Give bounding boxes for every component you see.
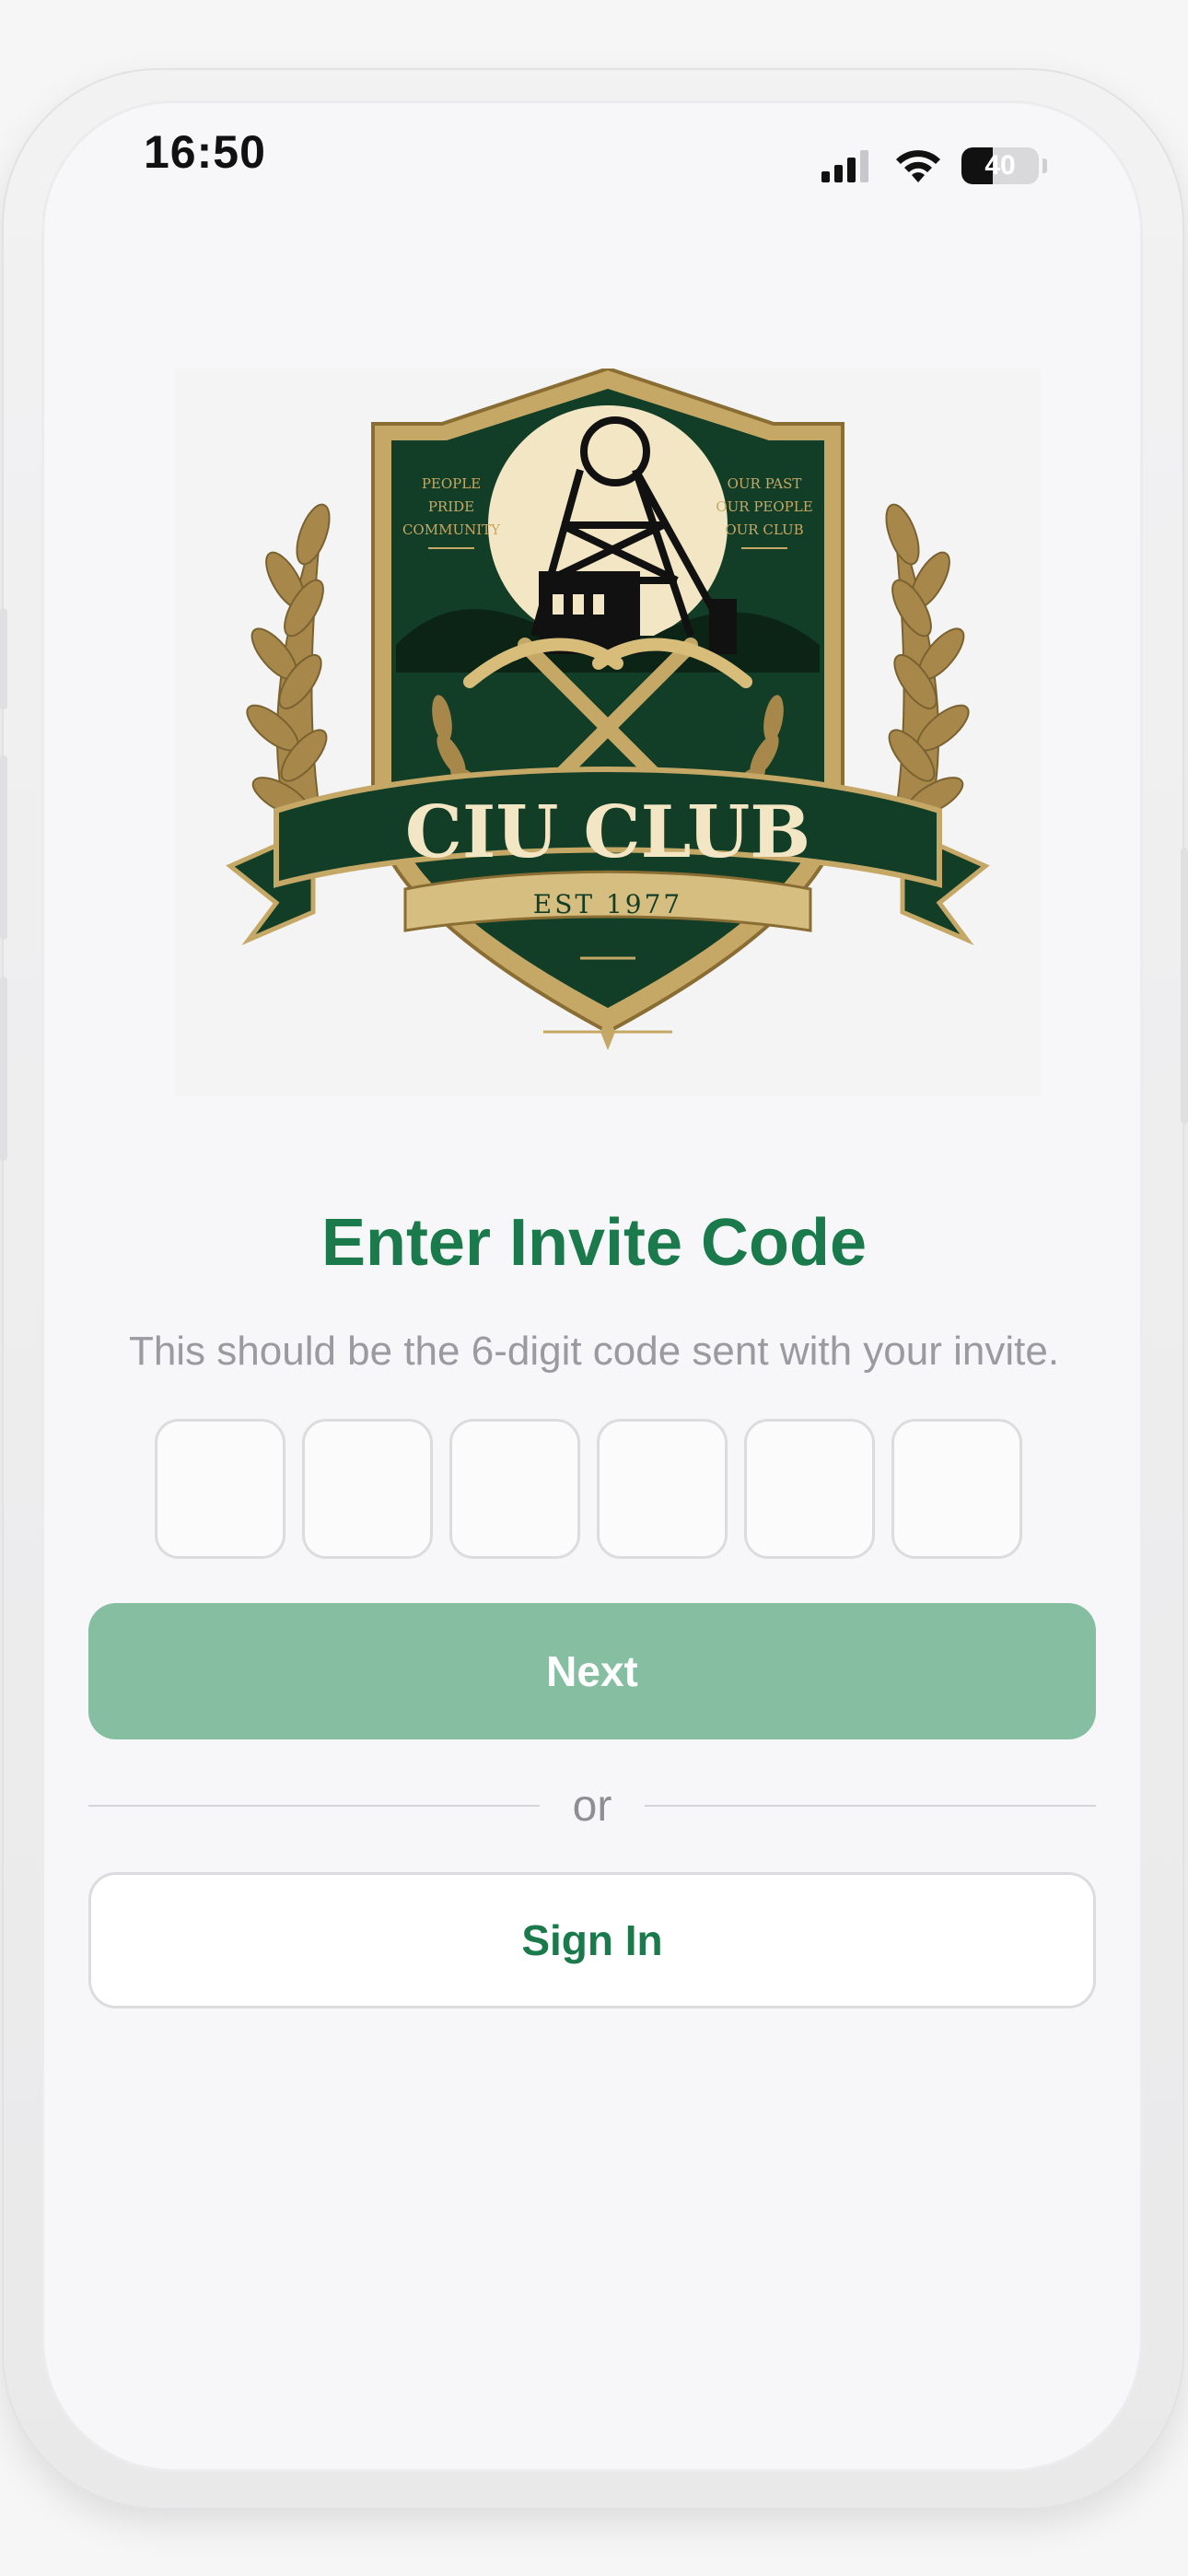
- page-title: Enter Invite Code: [320, 1206, 868, 1280]
- battery-level: 40: [984, 150, 1016, 181]
- battery-nub: [1042, 158, 1047, 173]
- code-digit-field[interactable]: [449, 1419, 580, 1559]
- left-motto-line: PEOPLE: [422, 475, 481, 492]
- code-digit-field[interactable]: [597, 1419, 728, 1559]
- left-motto-line: COMMUNITY: [402, 521, 501, 538]
- club-name: CIU CLUB: [405, 790, 810, 874]
- left-motto-line: PRIDE: [428, 498, 474, 515]
- club-established: EST 1977: [533, 889, 682, 919]
- battery-icon: 40: [961, 147, 1039, 184]
- divider-text: or: [572, 1781, 612, 1831]
- code-digit-field[interactable]: [891, 1419, 1022, 1559]
- code-digit-field[interactable]: [744, 1419, 875, 1559]
- club-crest-icon: CIU CLUB EST 1977 PEOPLE PRIDE COMMUNITY…: [226, 369, 990, 1050]
- code-digit-field[interactable]: [302, 1419, 433, 1559]
- sign-in-button[interactable]: Sign In: [88, 1872, 1096, 2008]
- app-canvas: 16:50 40 CIU CLUB EST 1977 PEOPLE PRIDE …: [0, 0, 1188, 2576]
- divider-line: [88, 1805, 540, 1807]
- phone-volume-button: [0, 977, 7, 1161]
- wifi-icon: [896, 150, 940, 182]
- cellular-signal-icon: [821, 150, 868, 182]
- status-icons: 40: [820, 147, 1047, 184]
- phone-side-button: [0, 608, 7, 709]
- divider-line: [645, 1805, 1096, 1807]
- next-button[interactable]: Next: [88, 1603, 1096, 1739]
- or-divider: or: [88, 1778, 1096, 1833]
- status-time: 16:50: [144, 126, 266, 178]
- invite-code-input: [155, 1419, 1022, 1559]
- phone-power-button: [1181, 848, 1188, 1124]
- right-motto-line: OUR PAST: [728, 475, 802, 492]
- code-digit-field[interactable]: [155, 1419, 285, 1559]
- page-subtitle: This should be the 6-digit code sent wit…: [128, 1329, 1060, 1374]
- right-motto-line: OUR CLUB: [725, 521, 803, 538]
- club-logo: CIU CLUB EST 1977 PEOPLE PRIDE COMMUNITY…: [175, 369, 1041, 1096]
- phone-volume-button: [0, 755, 7, 940]
- right-motto-line: OUR PEOPLE: [716, 498, 812, 515]
